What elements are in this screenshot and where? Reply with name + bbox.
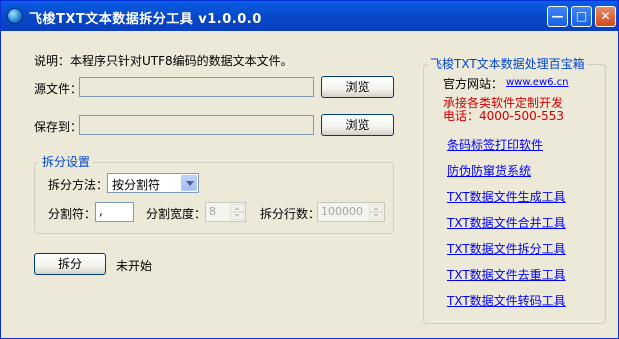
split-width-value: 8 [209, 205, 216, 218]
split-button[interactable]: 拆分 [34, 253, 106, 275]
spin-down-icon [230, 212, 244, 220]
maximize-button[interactable]: □ [571, 6, 592, 27]
browse-save-button[interactable]: 浏览 [321, 114, 394, 136]
save-to-input[interactable] [79, 115, 314, 135]
split-settings-group [34, 162, 394, 234]
chevron-down-icon[interactable] [181, 175, 197, 191]
split-rows-value: 100000 [321, 205, 363, 218]
phone-text: 电话：4000-500-553 [443, 109, 565, 123]
source-file-input[interactable] [79, 77, 314, 97]
link-anti-counterfeit[interactable]: 防伪防窜货系统 [447, 162, 531, 179]
window-title: 飞梭TXT文本数据拆分工具 v1.0.0.0 [29, 12, 262, 27]
spin-down-icon [369, 212, 383, 220]
split-rows-spinner: 100000 [317, 202, 385, 222]
app-icon [7, 8, 23, 24]
split-method-select[interactable]: 按分割符 [107, 173, 199, 193]
app-window: 飞梭TXT文本数据拆分工具 v1.0.0.0 — □ ✕ 说明：本程序只针对UT… [0, 0, 619, 339]
title-bar[interactable]: 飞梭TXT文本数据拆分工具 v1.0.0.0 — □ ✕ [1, 1, 618, 31]
link-txt-merge[interactable]: TXT数据文件合并工具 [447, 214, 566, 231]
save-to-label: 保存到： [34, 120, 83, 134]
split-rows-label: 拆分行数： [260, 207, 321, 221]
spin-up-icon [369, 204, 383, 212]
link-txt-dedupe[interactable]: TXT数据文件去重工具 [447, 266, 566, 283]
minimize-button[interactable]: — [547, 6, 568, 27]
link-txt-split[interactable]: TXT数据文件拆分工具 [447, 240, 566, 257]
close-button[interactable]: ✕ [595, 6, 616, 27]
link-barcode-label-print[interactable]: 条码标签打印软件 [447, 136, 543, 153]
toolbox-title: 飞梭TXT文本数据处理百宝箱 [428, 55, 587, 72]
split-width-label: 分割宽度： [146, 207, 207, 221]
spin-up-icon [230, 204, 244, 212]
split-method-value: 按分割符 [112, 178, 161, 192]
split-method-label: 拆分方法： [48, 178, 109, 192]
split-settings-title: 拆分设置 [39, 153, 94, 170]
website-link[interactable]: www.ew6.cn [506, 77, 569, 88]
link-txt-transcode[interactable]: TXT数据文件转码工具 [447, 292, 566, 309]
split-width-spinner: 8 [205, 202, 246, 222]
separator-label: 分割符： [48, 207, 97, 221]
website-label: 官方网站： [443, 77, 504, 91]
separator-value: , [99, 204, 103, 218]
description-text: 说明：本程序只针对UTF8编码的数据文本文件。 [34, 54, 293, 68]
source-file-label: 源文件： [34, 82, 83, 96]
separator-input[interactable]: , [95, 202, 134, 222]
browse-source-button[interactable]: 浏览 [321, 76, 394, 98]
link-txt-generate[interactable]: TXT数据文件生成工具 [447, 188, 566, 205]
status-text: 未开始 [116, 259, 153, 273]
